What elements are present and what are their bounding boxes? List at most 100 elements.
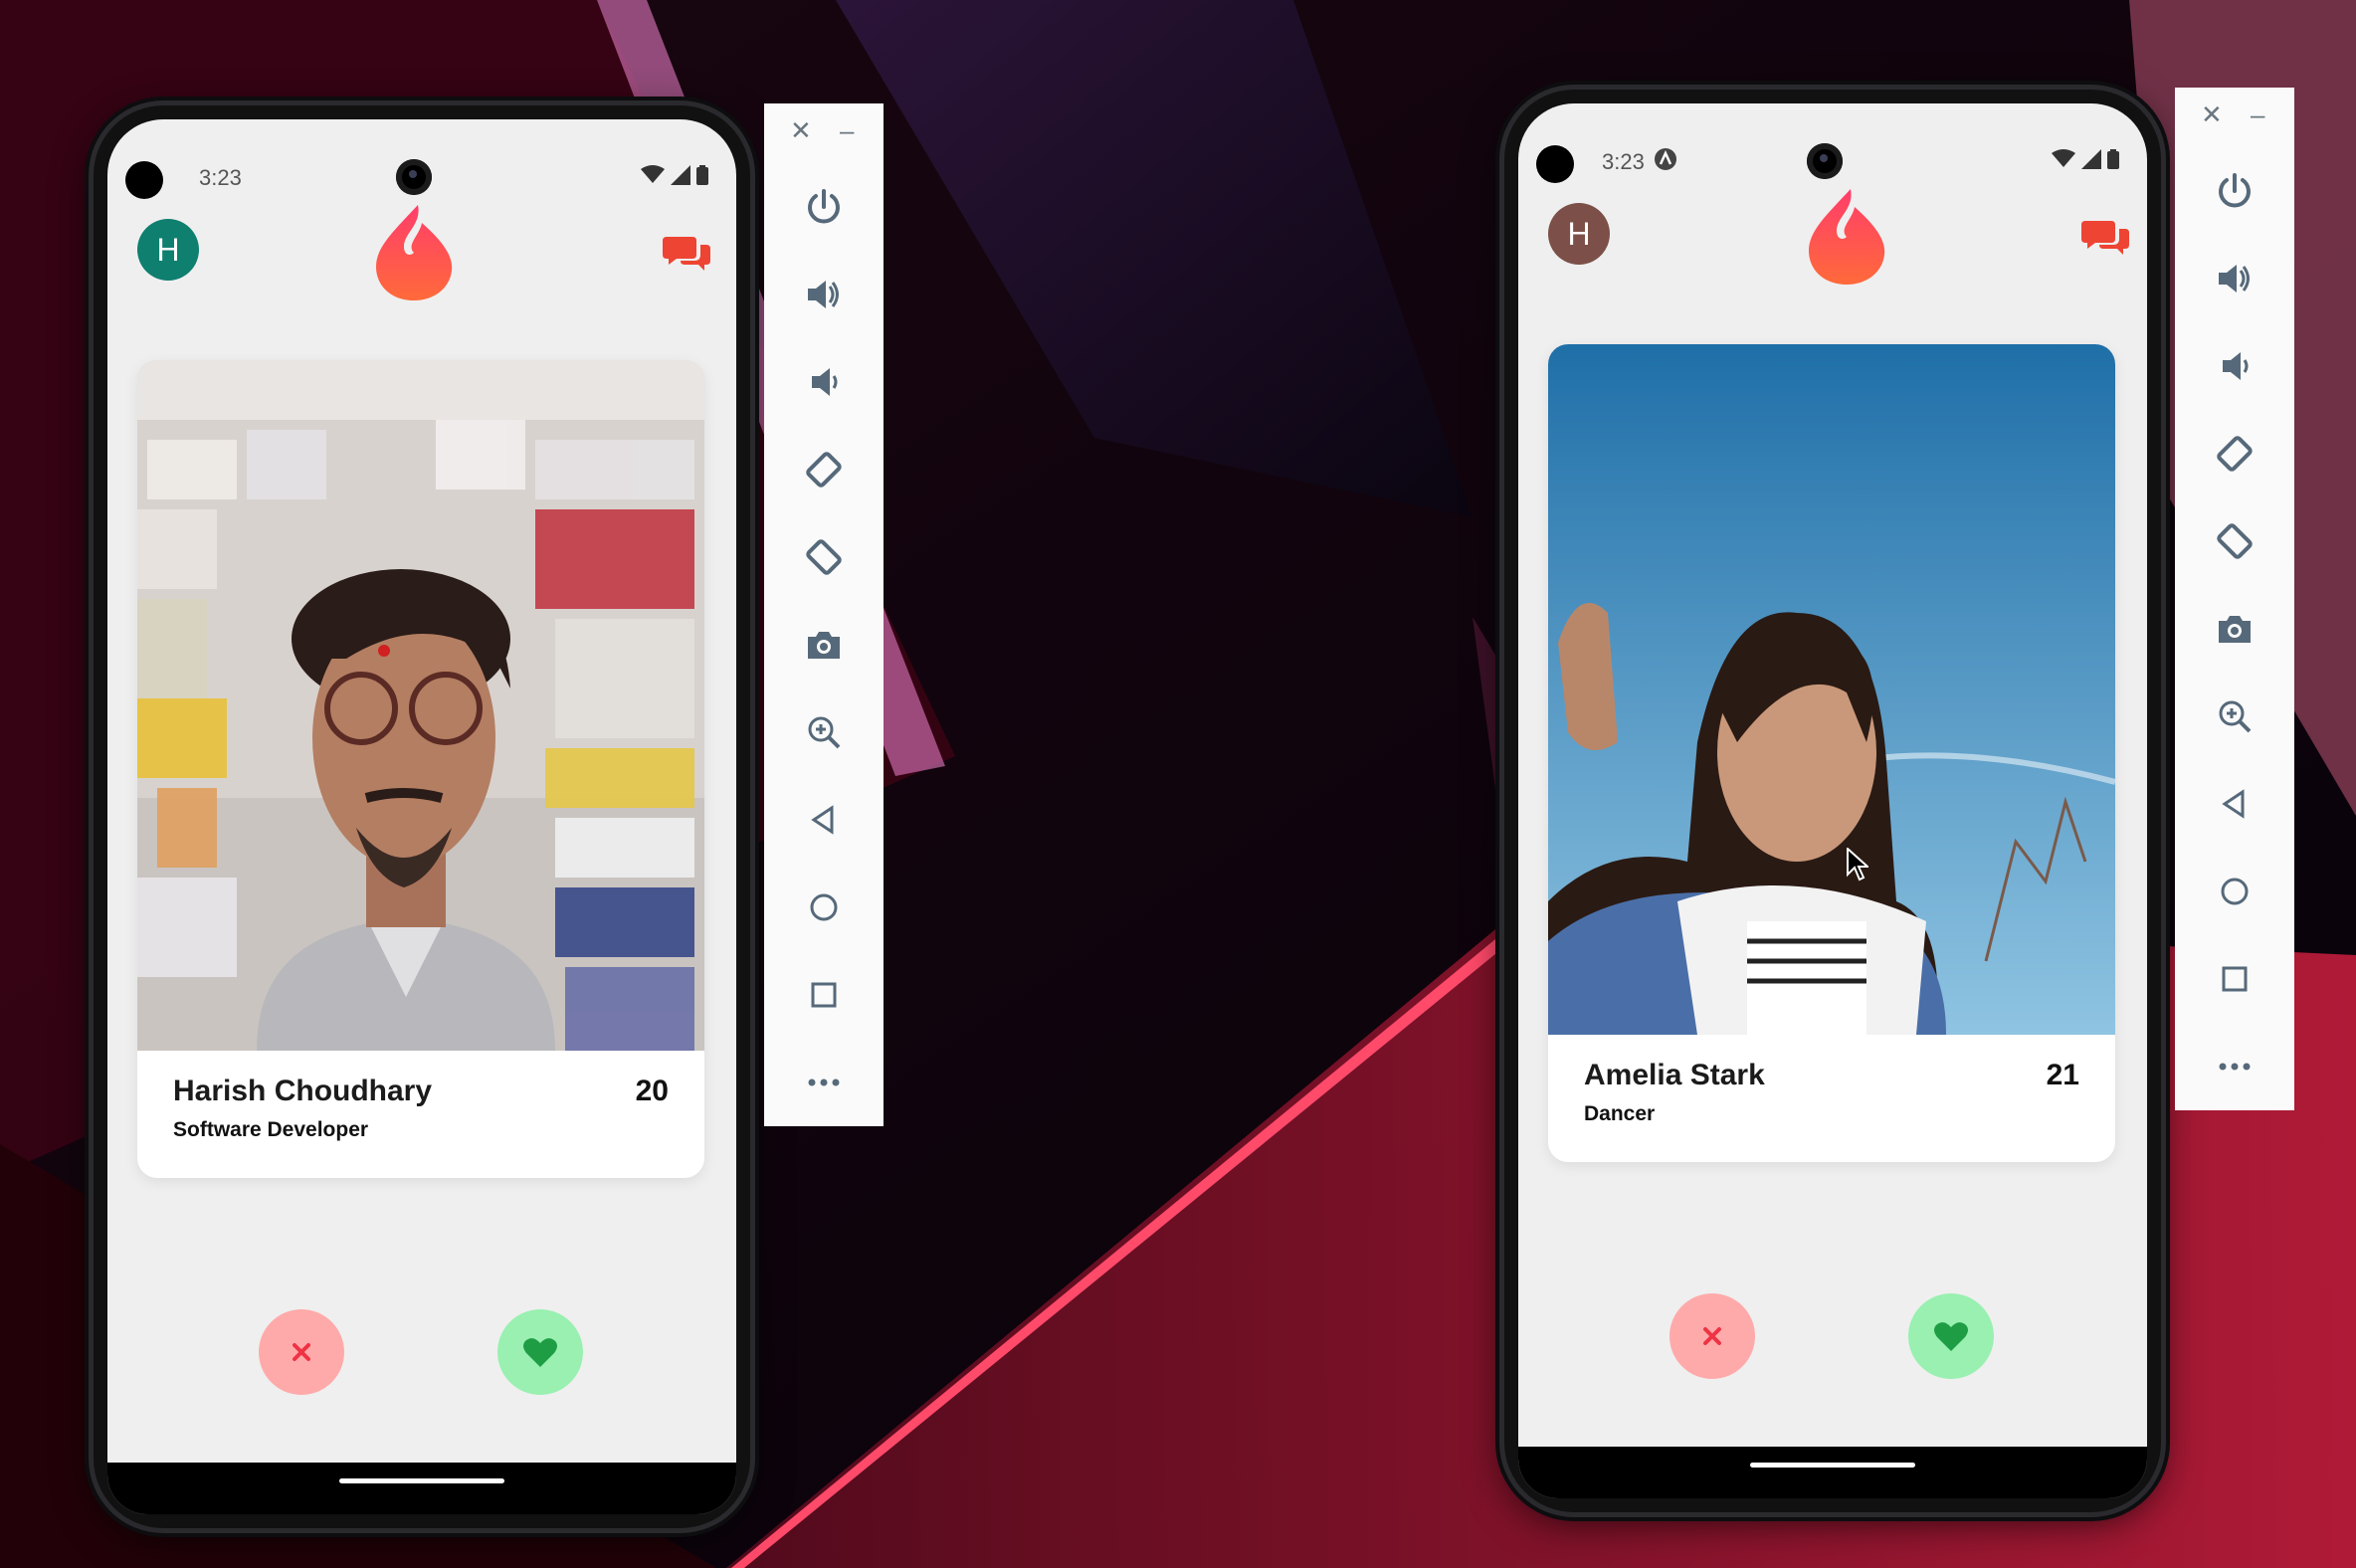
volume-down-button[interactable] bbox=[2175, 322, 2294, 410]
gesture-nav-bar bbox=[107, 1463, 736, 1514]
status-bar: 3:23 bbox=[1518, 103, 2147, 183]
user-avatar[interactable]: H bbox=[1548, 203, 1610, 265]
power-icon bbox=[808, 189, 840, 224]
screenshot-button[interactable] bbox=[764, 601, 884, 688]
power-button[interactable] bbox=[2175, 147, 2294, 235]
status-time: 3:23 bbox=[1602, 149, 1645, 174]
right-phone-device: 3:23 H Amelia Stark 21 Dancer bbox=[1504, 90, 2161, 1512]
more-button[interactable] bbox=[2175, 1023, 2294, 1110]
close-window-icon[interactable]: ✕ bbox=[2201, 99, 2223, 130]
volume-down-icon bbox=[2223, 352, 2249, 380]
screenshot-button[interactable] bbox=[2175, 585, 2294, 673]
home-gesture-handle[interactable] bbox=[1750, 1463, 1915, 1468]
toolbar-title-bar: ✕ – bbox=[2175, 88, 2294, 147]
status-dot bbox=[1536, 145, 1574, 183]
like-button[interactable] bbox=[1908, 1293, 1994, 1379]
like-button[interactable] bbox=[497, 1309, 583, 1395]
close-window-icon[interactable]: ✕ bbox=[790, 115, 812, 146]
status-bar: 3:23 bbox=[107, 119, 736, 199]
toolbar-title-bar: ✕ – bbox=[764, 103, 884, 163]
rotate-right-icon bbox=[806, 539, 842, 575]
zoom-icon bbox=[808, 716, 841, 749]
mouse-cursor-icon bbox=[1847, 848, 1868, 882]
rotate-right-button[interactable] bbox=[2175, 497, 2294, 585]
front-camera bbox=[396, 159, 432, 195]
profile-occupation: Dancer bbox=[1584, 1102, 1656, 1125]
volume-up-button[interactable] bbox=[764, 251, 884, 338]
back-button[interactable] bbox=[2175, 760, 2294, 848]
left-phone-screen: 3:23 H Harish Choudhary 20 Software Deve… bbox=[107, 119, 736, 1514]
rotate-left-icon bbox=[2217, 436, 2253, 472]
more-icon bbox=[2219, 1063, 2251, 1071]
right-emulator-toolbar: ✕ – bbox=[2175, 88, 2294, 1110]
rotate-left-icon bbox=[806, 452, 842, 488]
heart-icon bbox=[1934, 1322, 1968, 1351]
dislike-button[interactable] bbox=[1669, 1293, 1755, 1379]
status-dot bbox=[125, 161, 163, 199]
minimize-window-icon[interactable]: – bbox=[2251, 99, 2264, 130]
profile-name: Amelia Stark bbox=[1584, 1059, 1765, 1091]
camera-icon bbox=[2219, 616, 2251, 643]
close-icon bbox=[293, 1343, 310, 1361]
profile-name: Harish Choudhary bbox=[173, 1075, 433, 1107]
profile-card[interactable]: Harish Choudhary 20 Software Developer bbox=[137, 360, 704, 1178]
back-icon bbox=[2222, 789, 2245, 819]
heart-icon bbox=[523, 1338, 557, 1367]
left-phone-device: 3:23 H Harish Choudhary 20 Software Deve… bbox=[94, 105, 750, 1528]
more-button[interactable] bbox=[764, 1039, 884, 1126]
signal-icon bbox=[2081, 149, 2101, 169]
profile-photo bbox=[1548, 344, 2115, 1035]
battery-icon bbox=[2107, 149, 2119, 169]
system-status-icons bbox=[641, 165, 708, 185]
zoom-button[interactable] bbox=[764, 688, 884, 776]
power-icon bbox=[2219, 173, 2251, 208]
minimize-window-icon[interactable]: – bbox=[840, 115, 854, 146]
avatar-letter: H bbox=[156, 231, 180, 268]
profile-age: 21 bbox=[2046, 1059, 2079, 1091]
signal-icon bbox=[671, 165, 690, 185]
gesture-nav-bar bbox=[1518, 1447, 2147, 1498]
rotate-left-button[interactable] bbox=[764, 426, 884, 513]
right-phone-screen: 3:23 H Amelia Stark 21 Dancer bbox=[1518, 103, 2147, 1498]
power-button[interactable] bbox=[764, 163, 884, 251]
overview-icon bbox=[811, 982, 837, 1008]
rotate-left-button[interactable] bbox=[2175, 410, 2294, 497]
wifi-icon bbox=[641, 165, 665, 183]
flame-logo-icon[interactable] bbox=[374, 205, 454, 300]
battery-icon bbox=[696, 165, 708, 185]
camera-icon bbox=[808, 632, 840, 659]
volume-up-icon bbox=[2219, 265, 2250, 293]
front-camera bbox=[1807, 143, 1843, 179]
back-icon bbox=[811, 805, 834, 835]
chat-icon[interactable] bbox=[2081, 217, 2129, 257]
home-button[interactable] bbox=[764, 864, 884, 951]
zoom-icon bbox=[2219, 700, 2252, 733]
overview-icon bbox=[2222, 966, 2248, 992]
user-avatar[interactable]: H bbox=[137, 219, 199, 281]
back-button[interactable] bbox=[764, 776, 884, 864]
close-icon bbox=[1703, 1327, 1721, 1345]
left-emulator-toolbar: ✕ – bbox=[764, 103, 884, 1126]
overview-button[interactable] bbox=[764, 951, 884, 1039]
overview-button[interactable] bbox=[2175, 935, 2294, 1023]
more-icon bbox=[808, 1078, 840, 1086]
status-time: 3:23 bbox=[199, 165, 242, 190]
chat-icon[interactable] bbox=[663, 233, 710, 273]
rotate-right-button[interactable] bbox=[764, 513, 884, 601]
dislike-button[interactable] bbox=[259, 1309, 344, 1395]
profile-occupation: Software Developer bbox=[173, 1118, 369, 1141]
home-button[interactable] bbox=[2175, 848, 2294, 935]
home-icon bbox=[2221, 878, 2249, 905]
notification-icon bbox=[1655, 148, 1676, 170]
volume-down-icon bbox=[812, 368, 838, 396]
volume-up-button[interactable] bbox=[2175, 235, 2294, 322]
wifi-icon bbox=[2052, 149, 2075, 167]
profile-card[interactable]: Amelia Stark 21 Dancer bbox=[1548, 344, 2115, 1162]
volume-down-button[interactable] bbox=[764, 338, 884, 426]
profile-age: 20 bbox=[635, 1075, 669, 1107]
volume-up-icon bbox=[808, 281, 839, 308]
home-gesture-handle[interactable] bbox=[339, 1478, 504, 1483]
zoom-button[interactable] bbox=[2175, 673, 2294, 760]
home-icon bbox=[810, 893, 838, 921]
flame-logo-icon[interactable] bbox=[1807, 189, 1886, 285]
